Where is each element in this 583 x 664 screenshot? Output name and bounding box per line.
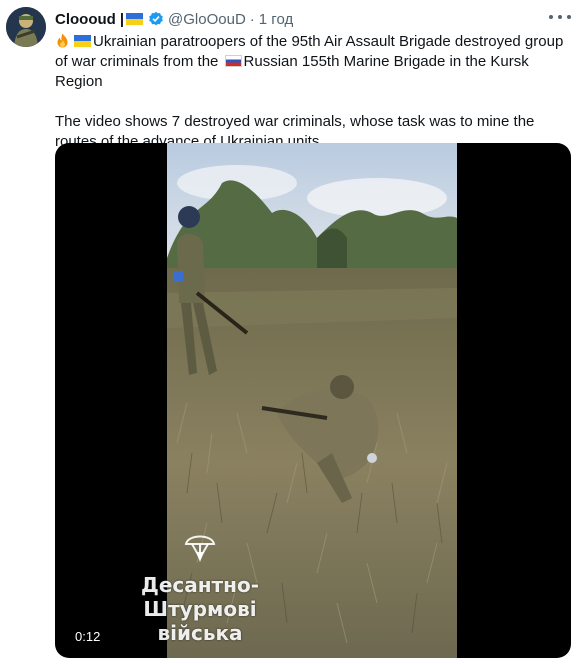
video-duration: 0:12 bbox=[69, 627, 107, 646]
watermark-line-1: Десантно- bbox=[141, 573, 259, 597]
avatar-image bbox=[6, 7, 46, 47]
video-player[interactable]: Десантно- Штурмові війська 0:12 bbox=[55, 143, 571, 658]
verified-badge-icon bbox=[148, 11, 164, 27]
watermark-line-2: Штурмові bbox=[143, 597, 257, 621]
ukraine-flag-icon bbox=[74, 35, 91, 47]
ukraine-flag-icon bbox=[126, 13, 144, 25]
tweet-time[interactable]: 1 год bbox=[259, 11, 293, 28]
author-name[interactable]: Cloooud bbox=[55, 11, 116, 28]
russia-flag-icon bbox=[224, 55, 242, 67]
more-options-icon[interactable] bbox=[549, 9, 571, 25]
watermark-line-3: війська bbox=[157, 621, 243, 645]
video-watermark: Десантно- Штурмові війська bbox=[115, 573, 285, 645]
author-avatar[interactable] bbox=[6, 7, 46, 47]
header-dot: · bbox=[249, 10, 255, 28]
name-separator: | bbox=[119, 10, 125, 28]
tweet-paragraph-1: Ukrainian paratroopers of the 95th Air A… bbox=[55, 32, 575, 92]
fire-emoji-icon bbox=[55, 33, 70, 48]
author-handle[interactable]: @GloOouD bbox=[168, 11, 246, 28]
tweet: Cloooud | @GloOouD · 1 год Ukrainian par… bbox=[0, 0, 583, 664]
tweet-text: Ukrainian paratroopers of the 95th Air A… bbox=[55, 32, 575, 152]
tweet-header: Cloooud | @GloOouD · 1 год bbox=[55, 8, 543, 30]
paratroopers-emblem-icon bbox=[182, 528, 218, 564]
